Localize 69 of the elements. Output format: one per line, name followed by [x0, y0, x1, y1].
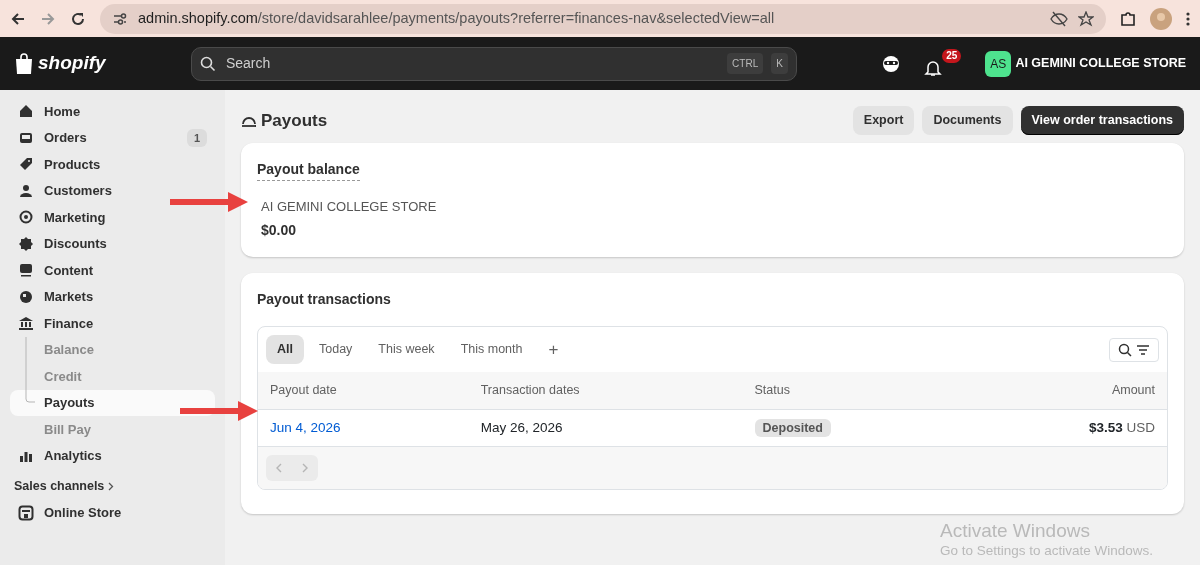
search-input[interactable]: Search [223, 52, 720, 75]
count-badge: 1 [186, 128, 207, 147]
shopping-bag-icon [14, 52, 34, 75]
shortcut-key: CTRL [727, 53, 764, 74]
column-header: Payout date [258, 372, 469, 410]
nav-item[interactable]: Orders 1 [10, 124, 215, 151]
store-name: AI GEMINI COLLEGE STORE [260, 197, 438, 216]
column-header: Amount [966, 372, 1167, 410]
card-title[interactable]: Payout balance [257, 158, 360, 181]
nav-item[interactable]: Payouts [10, 389, 215, 416]
search-filter-button[interactable] [1109, 337, 1159, 362]
nav-item[interactable]: Home [10, 98, 215, 125]
chevron-right-icon[interactable] [108, 481, 115, 491]
reload-icon[interactable] [70, 10, 86, 27]
url-text: admin.shopify.com/store/davidsarahlee/payments/payouts?referrer=finances-nav&selectedView=all [138, 8, 776, 28]
person-icon [18, 182, 34, 199]
filter-tab[interactable]: This month [449, 335, 534, 364]
filter-tab[interactable]: Today [308, 335, 364, 364]
os-notice-title: Activate Windows [940, 520, 1091, 543]
table-cell: May 26, 2026 [468, 409, 743, 447]
logo-text: shopify [38, 51, 106, 76]
monitor-icon [18, 262, 34, 279]
search-icon [1118, 342, 1132, 357]
card-title: Payout transactions [257, 290, 392, 310]
status-tag: Deposited [754, 418, 831, 437]
action-button[interactable]: Documents [922, 106, 1013, 135]
search-icon [199, 55, 216, 72]
nav-item[interactable]: Online Store [10, 499, 215, 527]
target-icon [18, 209, 34, 226]
back-icon[interactable] [10, 10, 26, 27]
action-button[interactable]: View order transactions [1020, 106, 1184, 135]
nav-item[interactable]: Finance [10, 310, 215, 337]
nav-item[interactable]: Products [10, 151, 215, 178]
tag-icon [18, 156, 34, 173]
address-bar[interactable]: admin.shopify.com/store/davidsarahlee/payments/payouts?referrer=finances-nav&selectedView=all [100, 3, 1106, 34]
payout-date-link[interactable]: Jun 4, 2026 [270, 419, 341, 435]
nav-item[interactable]: Marketing [10, 204, 215, 231]
notification-count: 25 [942, 48, 962, 63]
balance-amount: $0.00 [260, 221, 298, 241]
storefront-icon [18, 505, 34, 521]
shortcut-key: K [771, 53, 788, 74]
tree-line [25, 336, 35, 403]
filter-tab[interactable]: All [266, 335, 304, 364]
search-bar[interactable]: Search CTRL K [190, 46, 797, 81]
bank-icon [18, 315, 34, 332]
nav-item[interactable]: Analytics [10, 442, 215, 469]
store-avatar[interactable]: AS [985, 50, 1012, 77]
badge-icon [18, 235, 34, 252]
filter-tab[interactable]: This week [367, 335, 446, 364]
column-header: Transaction dates [468, 372, 743, 410]
eye-off-icon[interactable] [1050, 10, 1068, 27]
nav-item[interactable]: Customers [10, 177, 215, 204]
more-icon[interactable] [1186, 10, 1190, 27]
action-button[interactable]: Export [852, 106, 915, 135]
mask-face-icon[interactable] [882, 54, 901, 73]
house-icon [18, 103, 34, 120]
column-header: Status [742, 372, 967, 410]
nav-item[interactable]: Discounts [10, 230, 215, 257]
site-settings-icon [112, 10, 128, 27]
nav-item[interactable]: Markets [10, 283, 215, 310]
page-title: Payouts [261, 109, 328, 132]
store-name[interactable]: AI GEMINI COLLEGE STORE [1015, 54, 1186, 73]
amount-text: $3.53 USD [1088, 419, 1155, 435]
filter-icon [1136, 343, 1150, 356]
star-icon[interactable] [1078, 10, 1094, 27]
section-title[interactable]: Sales channels [14, 477, 105, 496]
nav-item[interactable]: Content [10, 257, 215, 284]
bell-icon[interactable] [924, 58, 943, 77]
add-tab-button[interactable]: + [537, 336, 570, 364]
